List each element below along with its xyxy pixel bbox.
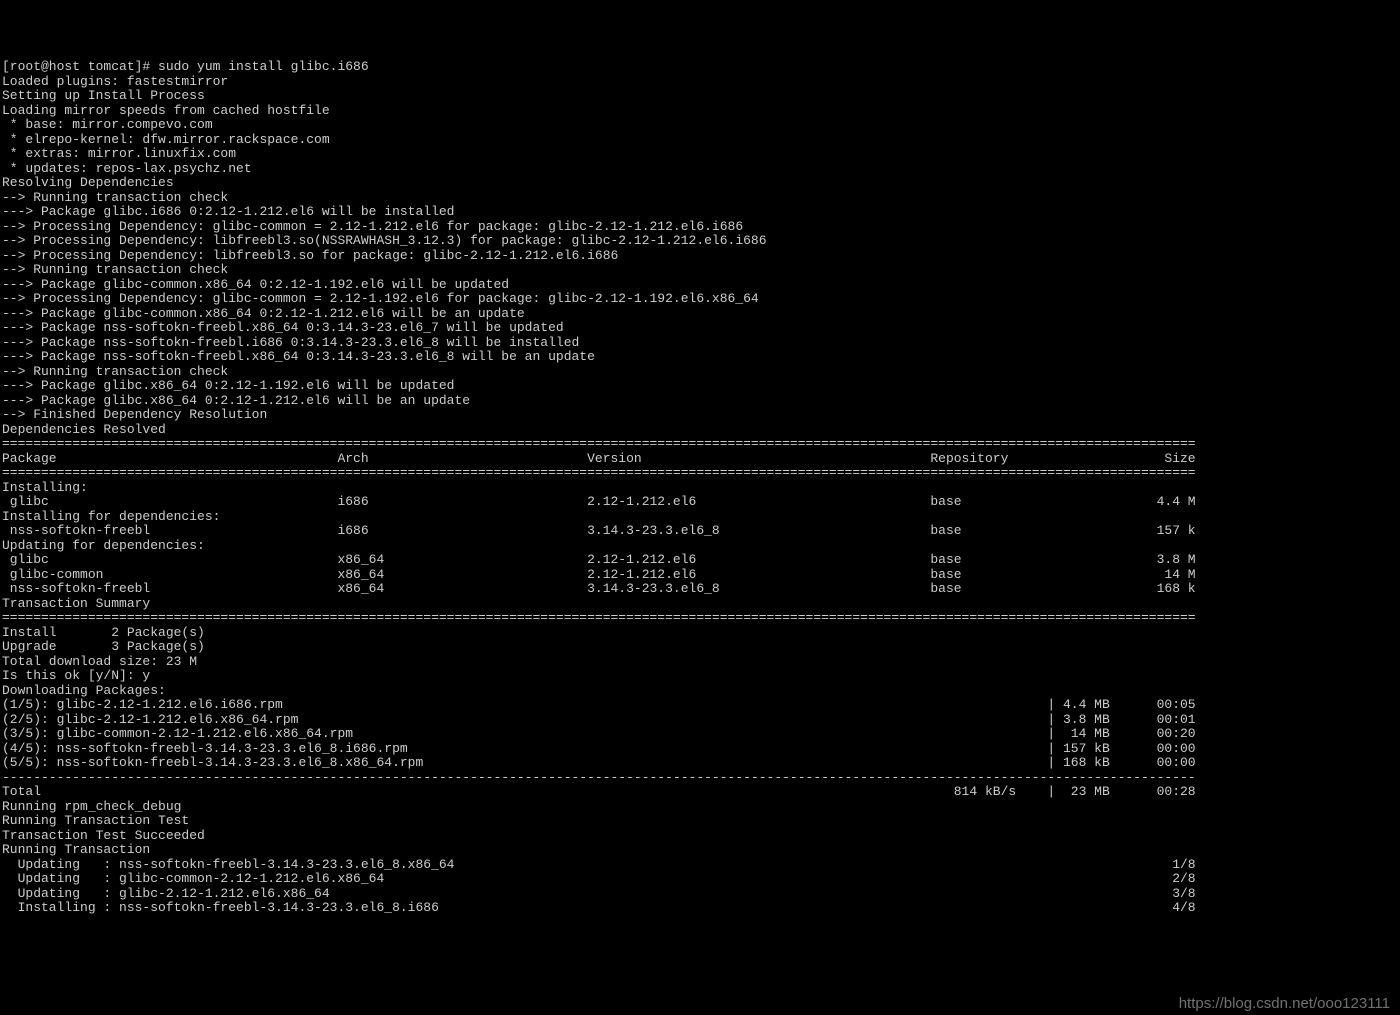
section-label: Installing: xyxy=(2,481,1398,496)
summary-line: Upgrade 3 Package(s) xyxy=(2,640,1398,655)
terminal-line: Is this ok [y/N]: y xyxy=(2,669,1398,684)
terminal-line: ---> Package glibc.i686 0:2.12-1.212.el6… xyxy=(2,205,1398,220)
terminal-line: Running rpm_check_debug xyxy=(2,800,1398,815)
table-row: glibc-common x86_64 2.12-1.212.el6 base … xyxy=(2,568,1398,583)
terminal-line: Downloading Packages: xyxy=(2,684,1398,699)
terminal-line: --> Running transaction check xyxy=(2,191,1398,206)
terminal-line: * extras: mirror.linuxfix.com xyxy=(2,147,1398,162)
terminal-line: --> Running transaction check xyxy=(2,365,1398,380)
terminal-line: ---> Package glibc-common.x86_64 0:2.12-… xyxy=(2,307,1398,322)
terminal-line: Resolving Dependencies xyxy=(2,176,1398,191)
transaction-step: Updating : nss-softokn-freebl-3.14.3-23.… xyxy=(2,858,1398,873)
separator: ========================================… xyxy=(2,437,1398,452)
download-line: (3/5): glibc-common-2.12-1.212.el6.x86_6… xyxy=(2,727,1398,742)
terminal-line: Running Transaction Test xyxy=(2,814,1398,829)
terminal-line: ---> Package nss-softokn-freebl.x86_64 0… xyxy=(2,321,1398,336)
separator: ========================================… xyxy=(2,466,1398,481)
table-row: glibc x86_64 2.12-1.212.el6 base 3.8 M xyxy=(2,553,1398,568)
terminal-line: ---> Package nss-softokn-freebl.i686 0:3… xyxy=(2,336,1398,351)
separator: ========================================… xyxy=(2,611,1398,626)
table-header: Package Arch Version Repository Size xyxy=(2,452,1398,467)
terminal-line: * elrepo-kernel: dfw.mirror.rackspace.co… xyxy=(2,133,1398,148)
terminal-line: --> Finished Dependency Resolution xyxy=(2,408,1398,423)
prompt-line: [root@host tomcat]# sudo yum install gli… xyxy=(2,60,1398,75)
terminal-line: --> Running transaction check xyxy=(2,263,1398,278)
terminal-line: ---> Package glibc.x86_64 0:2.12-1.212.e… xyxy=(2,394,1398,409)
terminal-line: Dependencies Resolved xyxy=(2,423,1398,438)
terminal-line: Setting up Install Process xyxy=(2,89,1398,104)
table-row: nss-softokn-freebl x86_64 3.14.3-23.3.el… xyxy=(2,582,1398,597)
transaction-step: Updating : glibc-2.12-1.212.el6.x86_64 3… xyxy=(2,887,1398,902)
terminal-line: --> Processing Dependency: libfreebl3.so… xyxy=(2,234,1398,249)
terminal-line: --> Processing Dependency: libfreebl3.so… xyxy=(2,249,1398,264)
download-line: (4/5): nss-softokn-freebl-3.14.3-23.3.el… xyxy=(2,742,1398,757)
summary-title: Transaction Summary xyxy=(2,597,1398,612)
terminal-line: --> Processing Dependency: glibc-common … xyxy=(2,292,1398,307)
download-line: (5/5): nss-softokn-freebl-3.14.3-23.3.el… xyxy=(2,756,1398,771)
summary-line: Install 2 Package(s) xyxy=(2,626,1398,641)
section-label: Updating for dependencies: xyxy=(2,539,1398,554)
total-line: Total 814 kB/s | 23 MB 00:28 xyxy=(2,785,1398,800)
terminal-line: * updates: repos-lax.psychz.net xyxy=(2,162,1398,177)
terminal-line: Running Transaction xyxy=(2,843,1398,858)
terminal-line: ---> Package nss-softokn-freebl.x86_64 0… xyxy=(2,350,1398,365)
transaction-step: Installing : nss-softokn-freebl-3.14.3-2… xyxy=(2,901,1398,916)
download-line: (1/5): glibc-2.12-1.212.el6.i686.rpm | 4… xyxy=(2,698,1398,713)
section-label: Installing for dependencies: xyxy=(2,510,1398,525)
download-line: (2/5): glibc-2.12-1.212.el6.x86_64.rpm |… xyxy=(2,713,1398,728)
terminal-output: [root@host tomcat]# sudo yum install gli… xyxy=(2,60,1398,916)
terminal-line: Transaction Test Succeeded xyxy=(2,829,1398,844)
terminal-line: Loaded plugins: fastestmirror xyxy=(2,75,1398,90)
transaction-step: Updating : glibc-common-2.12-1.212.el6.x… xyxy=(2,872,1398,887)
terminal-line: Loading mirror speeds from cached hostfi… xyxy=(2,104,1398,119)
terminal-line: * base: mirror.compevo.com xyxy=(2,118,1398,133)
table-row: glibc i686 2.12-1.212.el6 base 4.4 M xyxy=(2,495,1398,510)
table-row: nss-softokn-freebl i686 3.14.3-23.3.el6_… xyxy=(2,524,1398,539)
terminal-line: Total download size: 23 M xyxy=(2,655,1398,670)
terminal-line: --> Processing Dependency: glibc-common … xyxy=(2,220,1398,235)
terminal-line: ---> Package glibc.x86_64 0:2.12-1.192.e… xyxy=(2,379,1398,394)
terminal-line: ---> Package glibc-common.x86_64 0:2.12-… xyxy=(2,278,1398,293)
dash-separator: ----------------------------------------… xyxy=(2,771,1398,786)
watermark-text: https://blog.csdn.net/ooo123111 xyxy=(1179,997,1390,1012)
